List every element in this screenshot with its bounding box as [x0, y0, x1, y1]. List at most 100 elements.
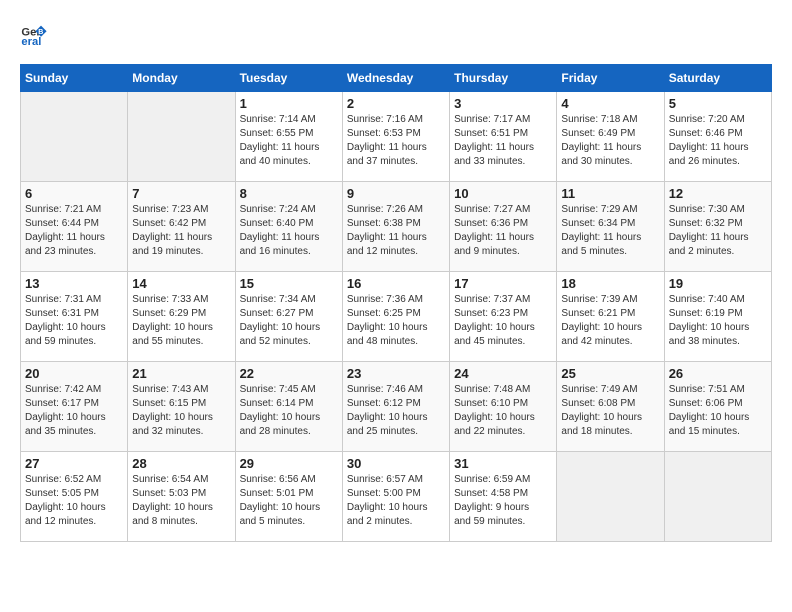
calendar-cell: 21 Sunrise: 7:43 AM Sunset: 6:15 PM Dayli… — [128, 362, 235, 452]
day-info: Sunrise: 7:14 AM Sunset: 6:55 PM Dayligh… — [240, 113, 338, 169]
day-info: Sunrise: 7:40 AM Sunset: 6:19 PM Dayligh… — [669, 293, 767, 349]
day-number: 30 — [347, 456, 445, 471]
logo-icon: Gen eral B — [20, 20, 48, 48]
day-info: Sunrise: 7:16 AM Sunset: 6:53 PM Dayligh… — [347, 113, 445, 169]
calendar-week-row: 13 Sunrise: 7:31 AM Sunset: 6:31 PM Dayli… — [21, 272, 772, 362]
day-number: 28 — [132, 456, 230, 471]
day-info: Sunrise: 7:29 AM Sunset: 6:34 PM Dayligh… — [561, 203, 659, 259]
day-number: 8 — [240, 186, 338, 201]
day-info: Sunrise: 7:37 AM Sunset: 6:23 PM Dayligh… — [454, 293, 552, 349]
day-number: 9 — [347, 186, 445, 201]
day-info: Sunrise: 6:56 AM Sunset: 5:01 PM Dayligh… — [240, 473, 338, 529]
day-info: Sunrise: 7:46 AM Sunset: 6:12 PM Dayligh… — [347, 383, 445, 439]
day-number: 27 — [25, 456, 123, 471]
calendar-cell: 11 Sunrise: 7:29 AM Sunset: 6:34 PM Dayli… — [557, 182, 664, 272]
calendar-cell: 15 Sunrise: 7:34 AM Sunset: 6:27 PM Dayli… — [235, 272, 342, 362]
day-number: 10 — [454, 186, 552, 201]
day-number: 29 — [240, 456, 338, 471]
day-number: 14 — [132, 276, 230, 291]
calendar-cell: 27Sunrise: 6:52 AM Sunset: 5:05 PM Dayli… — [21, 452, 128, 542]
day-number: 3 — [454, 96, 552, 111]
day-info: Sunrise: 7:36 AM Sunset: 6:25 PM Dayligh… — [347, 293, 445, 349]
day-number: 11 — [561, 186, 659, 201]
calendar-cell — [664, 452, 771, 542]
day-number: 15 — [240, 276, 338, 291]
day-number: 7 — [132, 186, 230, 201]
day-number: 23 — [347, 366, 445, 381]
calendar-cell: 18Sunrise: 7:39 AM Sunset: 6:21 PM Dayli… — [557, 272, 664, 362]
calendar-cell: 10 Sunrise: 7:27 AM Sunset: 6:36 PM Dayli… — [450, 182, 557, 272]
calendar-cell: 13 Sunrise: 7:31 AM Sunset: 6:31 PM Dayli… — [21, 272, 128, 362]
header-day: Thursday — [450, 65, 557, 92]
header-day: Monday — [128, 65, 235, 92]
day-number: 6 — [25, 186, 123, 201]
calendar-cell: 9 Sunrise: 7:26 AM Sunset: 6:38 PM Daylig… — [342, 182, 449, 272]
day-number: 18 — [561, 276, 659, 291]
calendar-week-row: 20Sunrise: 7:42 AM Sunset: 6:17 PM Dayli… — [21, 362, 772, 452]
day-info: Sunrise: 6:59 AM Sunset: 4:58 PM Dayligh… — [454, 473, 552, 529]
calendar-cell: 23 Sunrise: 7:46 AM Sunset: 6:12 PM Dayli… — [342, 362, 449, 452]
day-info: Sunrise: 7:20 AM Sunset: 6:46 PM Dayligh… — [669, 113, 767, 169]
calendar-cell: 28 Sunrise: 6:54 AM Sunset: 5:03 PM Dayli… — [128, 452, 235, 542]
calendar-cell: 16 Sunrise: 7:36 AM Sunset: 6:25 PM Dayli… — [342, 272, 449, 362]
day-info: Sunrise: 7:51 AM Sunset: 6:06 PM Dayligh… — [669, 383, 767, 439]
calendar-cell: 19 Sunrise: 7:40 AM Sunset: 6:19 PM Dayli… — [664, 272, 771, 362]
header-day: Friday — [557, 65, 664, 92]
calendar-cell: 12 Sunrise: 7:30 AM Sunset: 6:32 PM Dayli… — [664, 182, 771, 272]
day-info: Sunrise: 7:23 AM Sunset: 6:42 PM Dayligh… — [132, 203, 230, 259]
day-info: Sunrise: 7:48 AM Sunset: 6:10 PM Dayligh… — [454, 383, 552, 439]
day-number: 24 — [454, 366, 552, 381]
calendar-header: SundayMondayTuesdayWednesdayThursdayFrid… — [21, 65, 772, 92]
calendar-cell: 25Sunrise: 7:49 AM Sunset: 6:08 PM Dayli… — [557, 362, 664, 452]
logo: Gen eral B — [20, 20, 52, 48]
day-number: 17 — [454, 276, 552, 291]
calendar-cell: 17 Sunrise: 7:37 AM Sunset: 6:23 PM Dayli… — [450, 272, 557, 362]
day-info: Sunrise: 7:30 AM Sunset: 6:32 PM Dayligh… — [669, 203, 767, 259]
day-number: 5 — [669, 96, 767, 111]
calendar-cell: 24 Sunrise: 7:48 AM Sunset: 6:10 PM Dayli… — [450, 362, 557, 452]
calendar-cell: 1Sunrise: 7:14 AM Sunset: 6:55 PM Daylig… — [235, 92, 342, 182]
day-info: Sunrise: 7:27 AM Sunset: 6:36 PM Dayligh… — [454, 203, 552, 259]
header-day: Saturday — [664, 65, 771, 92]
header-day: Sunday — [21, 65, 128, 92]
day-number: 2 — [347, 96, 445, 111]
day-number: 16 — [347, 276, 445, 291]
day-info: Sunrise: 6:54 AM Sunset: 5:03 PM Dayligh… — [132, 473, 230, 529]
calendar-week-row: 6 Sunrise: 7:21 AM Sunset: 6:44 PM Daylig… — [21, 182, 772, 272]
calendar-table: SundayMondayTuesdayWednesdayThursdayFrid… — [20, 64, 772, 542]
day-info: Sunrise: 6:57 AM Sunset: 5:00 PM Dayligh… — [347, 473, 445, 529]
day-info: Sunrise: 7:43 AM Sunset: 6:15 PM Dayligh… — [132, 383, 230, 439]
day-number: 13 — [25, 276, 123, 291]
header-day: Wednesday — [342, 65, 449, 92]
calendar-cell — [557, 452, 664, 542]
calendar-cell: 14Sunrise: 7:33 AM Sunset: 6:29 PM Dayli… — [128, 272, 235, 362]
day-info: Sunrise: 7:24 AM Sunset: 6:40 PM Dayligh… — [240, 203, 338, 259]
header-day: Tuesday — [235, 65, 342, 92]
calendar-week-row: 27Sunrise: 6:52 AM Sunset: 5:05 PM Dayli… — [21, 452, 772, 542]
day-number: 21 — [132, 366, 230, 381]
calendar-cell: 3 Sunrise: 7:17 AM Sunset: 6:51 PM Daylig… — [450, 92, 557, 182]
day-info: Sunrise: 7:18 AM Sunset: 6:49 PM Dayligh… — [561, 113, 659, 169]
day-number: 12 — [669, 186, 767, 201]
calendar-cell: 2 Sunrise: 7:16 AM Sunset: 6:53 PM Daylig… — [342, 92, 449, 182]
calendar-cell: 8 Sunrise: 7:24 AM Sunset: 6:40 PM Daylig… — [235, 182, 342, 272]
calendar-body: 1Sunrise: 7:14 AM Sunset: 6:55 PM Daylig… — [21, 92, 772, 542]
day-info: Sunrise: 7:34 AM Sunset: 6:27 PM Dayligh… — [240, 293, 338, 349]
calendar-cell: 7 Sunrise: 7:23 AM Sunset: 6:42 PM Daylig… — [128, 182, 235, 272]
day-number: 26 — [669, 366, 767, 381]
svg-text:B: B — [38, 29, 43, 36]
day-info: Sunrise: 7:31 AM Sunset: 6:31 PM Dayligh… — [25, 293, 123, 349]
calendar-cell: 30 Sunrise: 6:57 AM Sunset: 5:00 PM Dayli… — [342, 452, 449, 542]
day-number: 20 — [25, 366, 123, 381]
calendar-cell: 20Sunrise: 7:42 AM Sunset: 6:17 PM Dayli… — [21, 362, 128, 452]
header-row: SundayMondayTuesdayWednesdayThursdayFrid… — [21, 65, 772, 92]
calendar-cell: 29 Sunrise: 6:56 AM Sunset: 5:01 PM Dayli… — [235, 452, 342, 542]
calendar-cell: 4Sunrise: 7:18 AM Sunset: 6:49 PM Daylig… — [557, 92, 664, 182]
calendar-cell: 22Sunrise: 7:45 AM Sunset: 6:14 PM Dayli… — [235, 362, 342, 452]
day-info: Sunrise: 7:26 AM Sunset: 6:38 PM Dayligh… — [347, 203, 445, 259]
day-info: Sunrise: 7:17 AM Sunset: 6:51 PM Dayligh… — [454, 113, 552, 169]
day-number: 19 — [669, 276, 767, 291]
calendar-cell: 26 Sunrise: 7:51 AM Sunset: 6:06 PM Dayli… — [664, 362, 771, 452]
day-info: Sunrise: 7:21 AM Sunset: 6:44 PM Dayligh… — [25, 203, 123, 259]
day-info: Sunrise: 7:45 AM Sunset: 6:14 PM Dayligh… — [240, 383, 338, 439]
